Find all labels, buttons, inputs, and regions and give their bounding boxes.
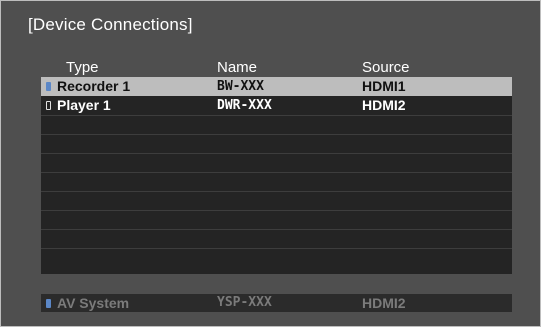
empty-row	[41, 229, 512, 248]
av-system-type: AV System	[57, 295, 130, 311]
av-system-source: HDMI2	[362, 295, 406, 311]
device-filled-icon	[46, 77, 56, 96]
empty-row	[41, 153, 512, 172]
device-type: Recorder 1	[57, 78, 131, 94]
device-type: Player 1	[57, 97, 111, 113]
device-filled-icon	[46, 294, 56, 312]
screen-title: [Device Connections]	[28, 15, 193, 34]
device-outline-icon	[46, 96, 56, 115]
empty-row	[41, 172, 512, 191]
column-header-type: Type	[66, 59, 99, 76]
device-row-player-1[interactable]: Player 1 DWR-XXX HDMI2	[41, 96, 512, 115]
device-list: Recorder 1 BW-XXX HDMI1 Player 1 DWR-XXX…	[41, 77, 512, 274]
av-system-name: YSP-XXX	[217, 295, 272, 310]
device-source: HDMI2	[362, 97, 406, 113]
column-header-name: Name	[217, 59, 258, 76]
empty-row	[41, 191, 512, 210]
column-header-source: Source	[362, 59, 410, 76]
device-name: DWR-XXX	[217, 98, 272, 113]
device-source: HDMI1	[362, 78, 406, 94]
device-name: BW-XXX	[217, 79, 264, 94]
empty-row	[41, 134, 512, 153]
empty-row	[41, 115, 512, 134]
av-system-row[interactable]: AV System YSP-XXX HDMI2	[41, 294, 512, 312]
empty-row	[41, 210, 512, 229]
device-row-recorder-1[interactable]: Recorder 1 BW-XXX HDMI1	[41, 77, 512, 96]
empty-row	[41, 248, 512, 267]
device-connections-screen: [Device Connections] Type Name Source Re…	[0, 0, 541, 327]
